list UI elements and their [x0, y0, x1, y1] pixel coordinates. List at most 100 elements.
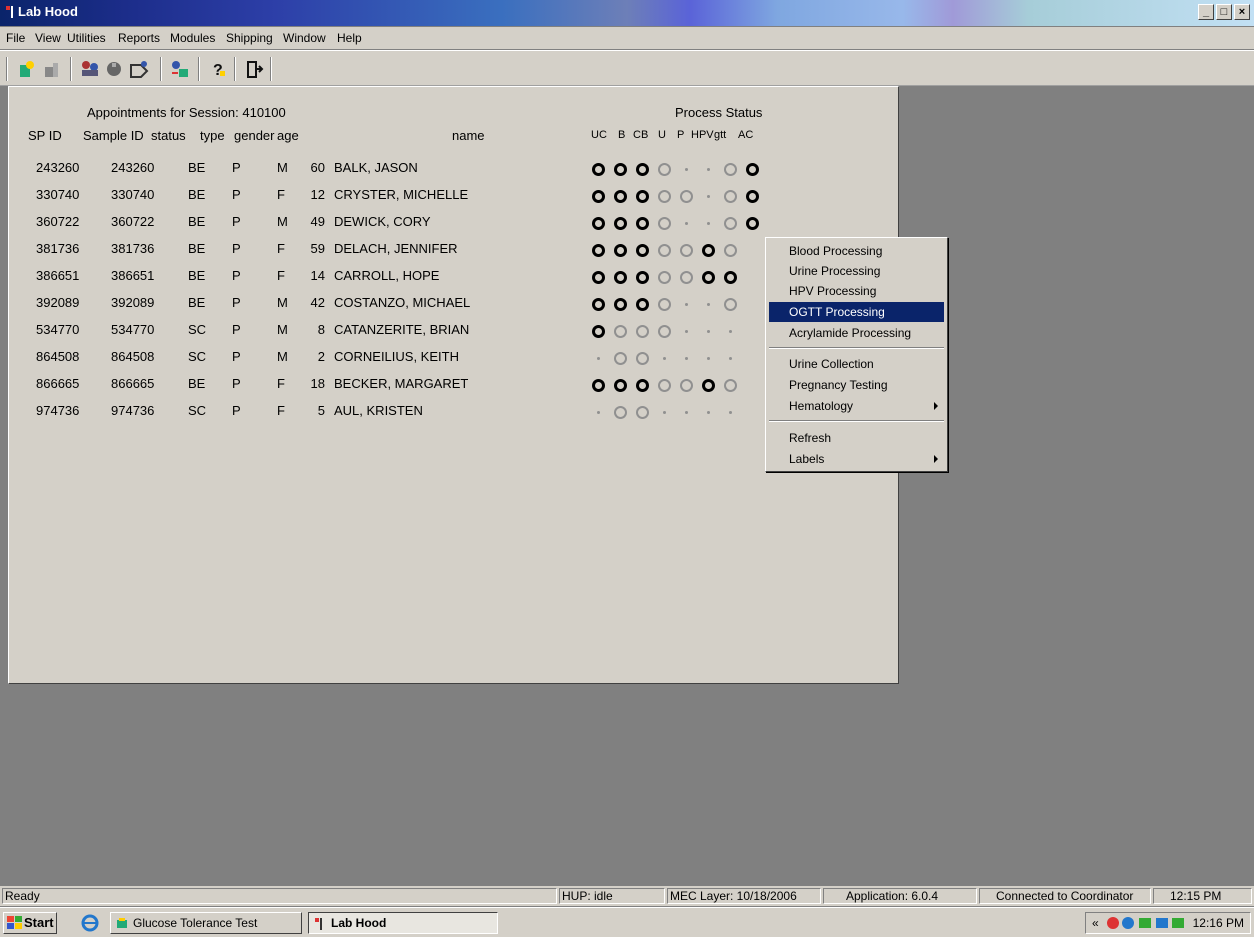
- start-button[interactable]: Start: [3, 912, 57, 934]
- menu-labels[interactable]: Labels: [769, 449, 944, 469]
- internet-explorer-icon[interactable]: [78, 911, 102, 935]
- row-sp-id: 360722: [36, 214, 80, 229]
- row-gender: M: [277, 349, 288, 364]
- menu-acrylamide-processing[interactable]: Acrylamide Processing: [769, 323, 944, 343]
- header-gender: gender: [234, 128, 275, 143]
- status-gtt-pending-icon: [724, 298, 737, 311]
- row-sample-id: 534770: [111, 322, 155, 337]
- close-button[interactable]: ×: [1234, 4, 1250, 20]
- toolbar: ?: [0, 50, 1254, 86]
- row-name: DEWICK, CORY: [334, 214, 431, 229]
- row-type: P: [232, 268, 241, 283]
- menu-window[interactable]: Window: [283, 31, 326, 45]
- toolbar-separator: [160, 57, 162, 81]
- save-icon[interactable]: [40, 57, 64, 81]
- row-type: P: [232, 160, 241, 175]
- menu-utilities[interactable]: Utilities: [67, 31, 106, 45]
- row-type: P: [232, 322, 241, 337]
- transfer-icon[interactable]: [168, 57, 192, 81]
- toolbar-separator: [270, 57, 272, 81]
- row-name: AUL, KRISTEN: [334, 403, 423, 418]
- status-hup: HUP: idle: [559, 888, 665, 904]
- menu-shipping[interactable]: Shipping: [226, 31, 273, 45]
- tray-icons[interactable]: [1106, 916, 1186, 930]
- minimize-button[interactable]: _: [1198, 4, 1214, 20]
- row-sample-id: 864508: [111, 349, 155, 364]
- menu-refresh[interactable]: Refresh: [769, 428, 944, 448]
- header-type: type: [200, 128, 225, 143]
- row-name: CRYSTER, MICHELLE: [334, 187, 469, 202]
- header-ac: AC: [738, 129, 754, 141]
- header-b: B: [618, 129, 626, 141]
- menu-hpv-processing[interactable]: HPV Processing: [769, 281, 944, 301]
- status-p-na-icon: [685, 303, 688, 306]
- restore-button[interactable]: □: [1216, 4, 1232, 20]
- row-status: BE: [188, 187, 206, 202]
- task-lab-hood[interactable]: Lab Hood: [308, 912, 498, 934]
- new-session-icon[interactable]: [14, 57, 38, 81]
- menu-bar: File View Utilities Reports Modules Ship…: [0, 27, 1254, 49]
- menu-reports[interactable]: Reports: [118, 31, 160, 45]
- people-icon[interactable]: [78, 57, 102, 81]
- label-icon[interactable]: [128, 57, 152, 81]
- menu-urine-processing[interactable]: Urine Processing: [769, 261, 944, 281]
- status-hpv-na-icon: [707, 303, 710, 306]
- status-uc-na-icon: [597, 411, 600, 414]
- status-uc-complete-icon: [592, 379, 605, 392]
- status-b-pending-icon: [614, 325, 627, 338]
- submenu-arrow-icon: [934, 402, 938, 410]
- menu-modules[interactable]: Modules: [170, 31, 215, 45]
- row-sp-id: 330740: [36, 187, 80, 202]
- lab-hood-icon: [6, 6, 13, 18]
- menu-help[interactable]: Help: [337, 31, 362, 45]
- status-hpv-na-icon: [707, 357, 710, 360]
- task-glucose-tolerance-test[interactable]: Glucose Tolerance Test: [110, 912, 302, 934]
- row-age: 60: [310, 160, 325, 175]
- row-sample-id: 330740: [111, 187, 155, 202]
- row-sample-id: 866665: [111, 376, 155, 391]
- row-status: BE: [188, 295, 206, 310]
- menu-pregnancy-testing[interactable]: Pregnancy Testing: [769, 375, 944, 395]
- taskbar: Start Glucose Tolerance Test Lab Hood « …: [0, 907, 1254, 937]
- row-type: P: [232, 241, 241, 256]
- row-sp-id: 866665: [36, 376, 80, 391]
- menu-file[interactable]: File: [6, 31, 25, 45]
- show-hidden-icons-button[interactable]: «: [1092, 913, 1099, 933]
- row-name: CORNEILIUS, KEITH: [334, 349, 459, 364]
- status-gtt-pending-icon: [724, 217, 737, 230]
- status-uc-complete-icon: [592, 298, 605, 311]
- exit-icon[interactable]: [242, 57, 266, 81]
- status-cb-pending-icon: [636, 325, 649, 338]
- row-sp-id: 386651: [36, 268, 80, 283]
- stop-icon[interactable]: [102, 57, 126, 81]
- status-p-na-icon: [685, 222, 688, 225]
- menu-blood-processing[interactable]: Blood Processing: [769, 241, 944, 261]
- status-hpv-na-icon: [707, 411, 710, 414]
- menu-view[interactable]: View: [35, 31, 61, 45]
- status-u-pending-icon: [658, 298, 671, 311]
- toolbar-separator: [70, 57, 72, 81]
- status-u-pending-icon: [658, 217, 671, 230]
- header-u: U: [658, 129, 666, 141]
- status-b-complete-icon: [614, 163, 627, 176]
- status-uc-complete-icon: [592, 217, 605, 230]
- submenu-arrow-icon: [934, 455, 938, 463]
- status-gtt-pending-icon: [724, 163, 737, 176]
- menu-separator: [769, 420, 944, 422]
- status-p-na-icon: [685, 357, 688, 360]
- menu-urine-collection[interactable]: Urine Collection: [769, 354, 944, 374]
- status-cb-complete-icon: [636, 298, 649, 311]
- row-gender: F: [277, 241, 285, 256]
- context-menu: Blood Processing Urine Processing HPV Pr…: [765, 237, 948, 472]
- status-b-complete-icon: [614, 217, 627, 230]
- row-type: P: [232, 187, 241, 202]
- menu-hematology[interactable]: Hematology: [769, 396, 944, 416]
- menu-ogtt-processing[interactable]: OGTT Processing: [769, 302, 944, 322]
- status-p-na-icon: [685, 168, 688, 171]
- row-age: 59: [310, 241, 325, 256]
- header-name: name: [452, 128, 485, 143]
- status-u-na-icon: [663, 357, 666, 360]
- help-icon[interactable]: ?: [206, 57, 230, 81]
- row-type: P: [232, 376, 241, 391]
- window-title: Lab Hood: [18, 4, 78, 19]
